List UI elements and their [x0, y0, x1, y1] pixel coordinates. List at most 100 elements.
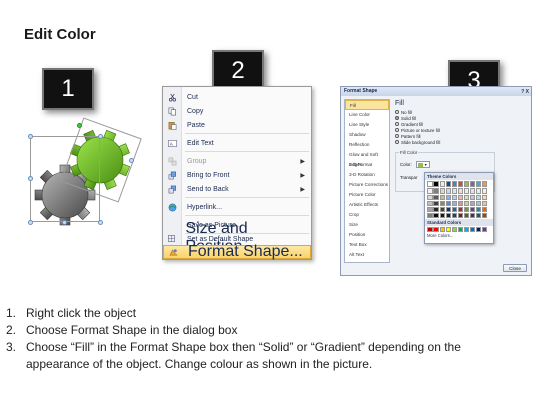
color-swatch[interactable] — [475, 212, 482, 219]
category-item[interactable]: Line Style — [345, 120, 389, 130]
color-swatch[interactable] — [475, 206, 482, 213]
color-swatch[interactable] — [482, 226, 488, 233]
resize-handle[interactable] — [28, 176, 33, 181]
menu-item-hyperlink[interactable]: Hyperlink... — [163, 200, 311, 214]
rotation-handle[interactable] — [77, 123, 82, 128]
gear-graphic[interactable] — [28, 117, 142, 230]
color-swatch[interactable] — [469, 200, 476, 206]
color-swatch[interactable] — [469, 212, 476, 219]
color-swatch[interactable] — [469, 194, 476, 200]
color-swatch[interactable] — [433, 226, 439, 233]
color-swatch[interactable] — [439, 212, 445, 219]
color-swatch[interactable] — [451, 188, 458, 194]
category-item[interactable]: Artistic Effects — [345, 200, 389, 210]
color-swatch[interactable] — [463, 181, 470, 187]
color-swatch[interactable] — [433, 206, 439, 213]
category-item[interactable]: Fill — [345, 100, 389, 110]
color-swatch[interactable] — [451, 206, 458, 213]
color-swatch[interactable] — [445, 200, 451, 206]
color-swatch[interactable] — [463, 194, 470, 200]
color-swatch[interactable] — [469, 188, 476, 194]
color-swatch[interactable] — [451, 181, 458, 187]
color-swatch[interactable] — [451, 194, 458, 200]
category-item[interactable]: Picture Corrections — [345, 180, 389, 190]
color-swatch[interactable] — [469, 206, 476, 213]
color-swatch[interactable] — [469, 226, 476, 233]
color-swatch[interactable] — [451, 200, 458, 206]
color-swatch[interactable] — [457, 226, 464, 233]
color-swatch[interactable] — [463, 226, 470, 233]
menu-item-send-to-back[interactable]: Send to Back ▶ — [163, 182, 311, 196]
category-item[interactable]: Text Box — [345, 240, 389, 250]
color-swatch[interactable] — [451, 212, 458, 219]
color-swatch[interactable] — [445, 226, 451, 233]
category-item[interactable]: Reflection — [345, 140, 389, 150]
color-swatch[interactable] — [463, 212, 470, 219]
color-swatch[interactable] — [463, 200, 470, 206]
color-swatch[interactable] — [445, 188, 451, 194]
category-item[interactable]: Shadow — [345, 130, 389, 140]
resize-handle[interactable] — [98, 220, 103, 225]
resize-handle[interactable] — [129, 158, 134, 163]
color-swatch[interactable] — [463, 206, 470, 213]
category-item[interactable]: Crop — [345, 210, 389, 220]
color-swatch[interactable] — [457, 212, 464, 219]
menu-item-bring-to-front[interactable]: Bring to Front ▶ — [163, 168, 311, 182]
dialog-controls[interactable]: ? X — [521, 88, 529, 97]
color-swatch[interactable] — [433, 212, 439, 219]
category-item[interactable]: 3-D Format — [345, 160, 389, 170]
resize-handle[interactable] — [98, 134, 103, 139]
color-swatch[interactable] — [439, 181, 445, 187]
color-swatch[interactable] — [427, 200, 433, 206]
color-swatch[interactable] — [482, 206, 488, 213]
color-swatch[interactable] — [482, 188, 488, 194]
color-swatch[interactable] — [427, 188, 433, 194]
category-item[interactable]: Size — [345, 220, 389, 230]
color-swatch[interactable] — [427, 226, 433, 233]
menu-item-paste[interactable]: Paste — [163, 118, 311, 132]
color-swatch[interactable] — [445, 194, 451, 200]
color-picker-button[interactable]: ▼ — [415, 161, 430, 168]
color-swatch[interactable] — [451, 226, 458, 233]
category-item[interactable]: Glow and Soft Edges — [345, 150, 389, 167]
category-item[interactable]: 3-D Rotation — [345, 170, 389, 180]
color-swatch[interactable] — [439, 188, 445, 194]
close-button[interactable]: Close — [503, 264, 527, 272]
category-item[interactable]: Alt Text — [345, 250, 389, 260]
color-swatch[interactable] — [445, 206, 451, 213]
color-swatch[interactable] — [433, 200, 439, 206]
more-colors-link[interactable]: More Colors... — [425, 233, 493, 238]
color-swatch[interactable] — [439, 200, 445, 206]
color-swatch[interactable] — [445, 181, 451, 187]
menu-item-edit-text[interactable]: A Edit Text — [163, 136, 311, 150]
category-item[interactable]: Position — [345, 230, 389, 240]
color-swatch[interactable] — [457, 181, 464, 187]
color-swatch[interactable] — [482, 181, 488, 187]
color-swatch[interactable] — [457, 188, 464, 194]
color-swatch[interactable] — [427, 212, 433, 219]
color-swatch[interactable] — [433, 188, 439, 194]
resize-handle[interactable] — [28, 134, 33, 139]
fill-option-radio[interactable]: Slide background fill — [395, 139, 528, 145]
dialog-title-bar[interactable]: Format Shape ? X — [341, 87, 531, 96]
menu-item-copy[interactable]: Copy — [163, 104, 311, 118]
category-item[interactable]: Line Color — [345, 110, 389, 120]
color-swatch[interactable] — [427, 206, 433, 213]
color-swatch[interactable] — [457, 194, 464, 200]
category-item[interactable]: Picture Color — [345, 190, 389, 200]
color-swatch[interactable] — [433, 194, 439, 200]
menu-item-cut[interactable]: Cut — [163, 90, 311, 104]
color-swatch[interactable] — [475, 226, 482, 233]
color-swatch[interactable] — [445, 212, 451, 219]
resize-handle[interactable] — [62, 220, 67, 225]
color-swatch[interactable] — [475, 181, 482, 187]
color-swatch[interactable] — [457, 200, 464, 206]
color-swatch[interactable] — [469, 181, 476, 187]
color-swatch[interactable] — [439, 206, 445, 213]
color-swatch[interactable] — [457, 206, 464, 213]
color-swatch[interactable] — [439, 194, 445, 200]
color-swatch[interactable] — [433, 181, 439, 187]
resize-handle[interactable] — [28, 220, 33, 225]
color-swatch[interactable] — [475, 188, 482, 194]
color-swatch[interactable] — [475, 200, 482, 206]
